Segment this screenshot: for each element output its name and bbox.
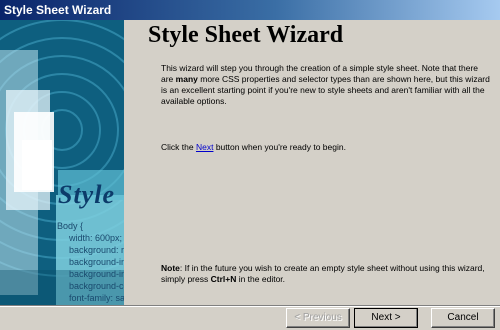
note-part1: : If in the future you wish to create an…: [161, 263, 485, 284]
window-title: Style Sheet Wizard: [4, 3, 112, 17]
button-separator: [0, 305, 500, 307]
code-line: width: 600px;: [69, 233, 123, 243]
title-bar[interactable]: Style Sheet Wizard: [0, 0, 500, 20]
click-prefix: Click the: [161, 142, 196, 152]
wizard-window: Style Sheet Wizard Style Body { width: 6…: [0, 0, 500, 330]
note-shortcut: Ctrl+N: [210, 274, 237, 284]
intro-text: This wizard will step you through the cr…: [161, 63, 491, 107]
code-line: background-in: [69, 257, 124, 267]
cancel-button[interactable]: Cancel: [431, 308, 495, 328]
note-label: Note: [161, 263, 180, 273]
code-line: background-in: [69, 269, 124, 279]
next-button[interactable]: Next >: [354, 308, 418, 328]
wizard-content: Style Sheet Wizard This wizard will step…: [124, 20, 500, 305]
intro-text-part2: more CSS properties and selector types t…: [161, 74, 490, 106]
click-suffix: button when you're ready to begin.: [213, 142, 346, 152]
intro-emphasis: many: [175, 74, 198, 84]
code-line: background-co: [69, 281, 124, 291]
code-line: background: r: [69, 245, 124, 255]
side-code-sample: Body { width: 600px; background: r backg…: [57, 220, 124, 305]
previous-button[interactable]: < Previous: [286, 308, 350, 328]
code-line: font-family: sa: [69, 293, 124, 303]
next-link[interactable]: Next: [196, 142, 213, 152]
note-part2: in the editor.: [236, 274, 286, 284]
note-text: Note: If in the future you wish to creat…: [161, 263, 491, 285]
click-instruction: Click the Next button when you're ready …: [161, 142, 491, 153]
code-line: Body {: [57, 221, 84, 231]
page-title: Style Sheet Wizard: [148, 22, 344, 48]
wizard-side-graphic: Style Body { width: 600px; background: r…: [0, 20, 124, 305]
side-logo-text: Style: [58, 180, 115, 209]
